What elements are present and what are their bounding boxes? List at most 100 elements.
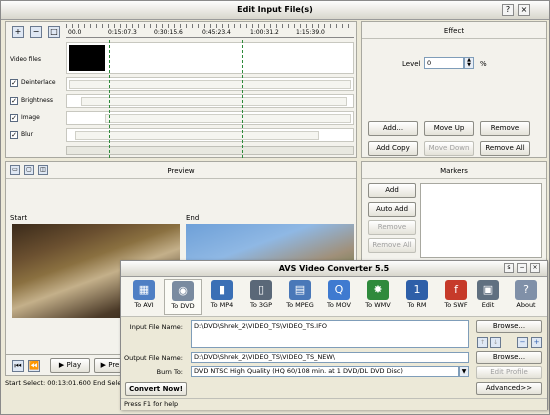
- edit-profile-button[interactable]: Edit Profile: [476, 366, 542, 379]
- to-rm-button[interactable]: 1 To RM: [398, 279, 436, 315]
- burn-to-select[interactable]: DVD NTSC High Quality (HQ 60/108 min. at…: [191, 366, 459, 377]
- remove-marker-button[interactable]: Remove: [368, 220, 416, 235]
- output-file-field[interactable]: D:\DVD\Shrek_2\VIDEO_TS\VIDEO_TS_NEW\: [191, 352, 469, 363]
- to-3gp-button[interactable]: ▯ To 3GP: [242, 279, 280, 315]
- edit-label: Edit: [481, 301, 495, 309]
- play-icon: ▶: [58, 361, 67, 369]
- to-mov-button[interactable]: Q To MOV: [320, 279, 358, 315]
- deinterlace-label: Deinterlace: [21, 79, 56, 86]
- to-avi-button[interactable]: ▦ To AVI: [125, 279, 163, 315]
- move-file-down-icon[interactable]: ↓: [490, 337, 501, 348]
- start-label: Start: [10, 214, 28, 222]
- move-file-up-icon[interactable]: ↑: [477, 337, 488, 348]
- converter-close-button[interactable]: ×: [530, 263, 540, 273]
- play-label: Play: [66, 361, 82, 369]
- about-icon: ?: [515, 280, 537, 300]
- tick-label-1: 0:15:07.3: [108, 29, 137, 36]
- about-label: About: [516, 301, 536, 309]
- brightness-checkbox[interactable]: ✓: [10, 97, 18, 105]
- video-clip-thumbnail[interactable]: [69, 45, 105, 71]
- preview-header: Preview: [167, 167, 195, 175]
- rm-icon: 1: [406, 280, 428, 300]
- advanced-button[interactable]: Advanced>>: [476, 382, 542, 395]
- blur-effect-bar[interactable]: [75, 131, 319, 140]
- tick-label-3: 0:45:23.4: [202, 29, 231, 36]
- image-label: Image: [21, 114, 40, 121]
- remove-file-icon[interactable]: −: [517, 337, 528, 348]
- effect-panel: Effect Level 0 ▲ ▼ % Add... Move Up Remov…: [361, 21, 547, 158]
- add-marker-button[interactable]: Add: [368, 183, 416, 198]
- image-effect-bar[interactable]: [105, 114, 351, 123]
- burn-to-dropdown-icon[interactable]: ▼: [459, 366, 469, 377]
- remove-effect-button[interactable]: Remove: [480, 121, 530, 136]
- to-mp4-button[interactable]: ▮ To MP4: [203, 279, 241, 315]
- edit-button[interactable]: ▣ Edit: [469, 279, 507, 315]
- brightness-effect-bar[interactable]: [81, 97, 347, 106]
- blur-label: Blur: [21, 131, 34, 138]
- blur-checkbox[interactable]: ✓: [10, 131, 18, 139]
- tick-label-2: 0:30:15.6: [154, 29, 183, 36]
- image-checkbox[interactable]: ✓: [10, 114, 18, 122]
- avs-converter-window: AVS Video Converter 5.5 s − × ▦ To AVI ◉ T…: [120, 260, 548, 410]
- zoom-fit-icon[interactable]: □: [48, 26, 60, 38]
- browse-output-button[interactable]: Browse...: [476, 351, 542, 364]
- level-spinner[interactable]: ▲ ▼: [464, 57, 474, 69]
- selection-start-marker[interactable]: [109, 40, 110, 158]
- remove-all-markers-button[interactable]: Remove All: [368, 238, 416, 253]
- to-dvd-button[interactable]: ◉ To DVD: [164, 279, 202, 315]
- burn-to-label: Burn To:: [156, 368, 183, 376]
- play-button[interactable]: ▶ Play: [50, 358, 90, 373]
- to-dvd-label: To DVD: [171, 302, 195, 310]
- level-label: Level: [402, 60, 421, 68]
- add-effect-button[interactable]: Add...: [368, 121, 418, 136]
- level-input[interactable]: 0: [424, 57, 464, 69]
- to-wmv-label: To WMV: [365, 301, 391, 309]
- convert-now-button[interactable]: Convert Now!: [125, 382, 187, 396]
- markers-list[interactable]: [420, 183, 542, 258]
- edit-icon: ▣: [477, 280, 499, 300]
- end-label: End: [186, 214, 200, 222]
- browse-input-button[interactable]: Browse...: [476, 320, 542, 333]
- converter-status-bar: Press F1 for help: [121, 398, 547, 410]
- video-files-label: Video files: [10, 56, 41, 63]
- deinterlace-effect-bar[interactable]: [69, 80, 351, 89]
- about-button[interactable]: ? About: [507, 279, 545, 315]
- to-mpeg-button[interactable]: ▤ To MPEG: [281, 279, 319, 315]
- deinterlace-checkbox[interactable]: ✓: [10, 79, 18, 87]
- converter-title-bar: AVS Video Converter 5.5 s − ×: [121, 261, 547, 277]
- markers-panel: Markers Add Auto Add Remove Remove All: [361, 161, 547, 261]
- markers-header: Markers: [440, 167, 468, 175]
- selection-end-marker[interactable]: [242, 40, 243, 158]
- input-file-field[interactable]: D:\DVD\Shrek_2\VIDEO_TS\VIDEO_TS.IFO: [191, 320, 469, 348]
- add-copy-button[interactable]: Add Copy: [368, 141, 418, 156]
- preview-header-divider: [6, 178, 356, 179]
- close-button[interactable]: ×: [518, 4, 530, 16]
- main-status-bar: Start Select: 00:13:01.600 End Sele: [5, 379, 121, 391]
- converter-skin-button[interactable]: s: [504, 263, 514, 273]
- to-mpeg-label: To MPEG: [286, 301, 314, 309]
- mpeg-icon: ▤: [289, 280, 311, 300]
- swf-icon: f: [445, 280, 467, 300]
- move-down-button[interactable]: Move Down: [424, 141, 474, 156]
- zoom-in-icon[interactable]: +: [12, 26, 24, 38]
- auto-add-marker-button[interactable]: Auto Add: [368, 202, 416, 217]
- converter-status-text: Press F1 for help: [124, 400, 179, 408]
- to-mov-label: To MOV: [327, 301, 351, 309]
- to-wmv-button[interactable]: ✸ To WMV: [359, 279, 397, 315]
- move-up-button[interactable]: Move Up: [424, 121, 474, 136]
- rewind-icon[interactable]: ⏪: [28, 360, 40, 372]
- help-button[interactable]: ?: [502, 4, 514, 16]
- 3gp-icon: ▯: [250, 280, 272, 300]
- go-start-icon[interactable]: ⏮: [12, 360, 24, 372]
- converter-minimize-button[interactable]: −: [517, 263, 527, 273]
- zoom-out-icon[interactable]: −: [30, 26, 42, 38]
- level-unit: %: [480, 60, 487, 68]
- brightness-label: Brightness: [21, 97, 53, 104]
- timeline-panel: + − □ 00.0 0:15:07.3 0:30:15.6 0:45:23.4…: [5, 21, 357, 158]
- playback-bar: ⏮ ⏪ ▶ Play ▶ Pre: [5, 354, 127, 376]
- effect-header-divider: [362, 38, 546, 39]
- add-file-icon[interactable]: +: [531, 337, 542, 348]
- to-3gp-label: To 3GP: [249, 301, 272, 309]
- remove-all-effects-button[interactable]: Remove All: [480, 141, 530, 156]
- title-bar: Edit Input File(s) ? ×: [1, 1, 549, 20]
